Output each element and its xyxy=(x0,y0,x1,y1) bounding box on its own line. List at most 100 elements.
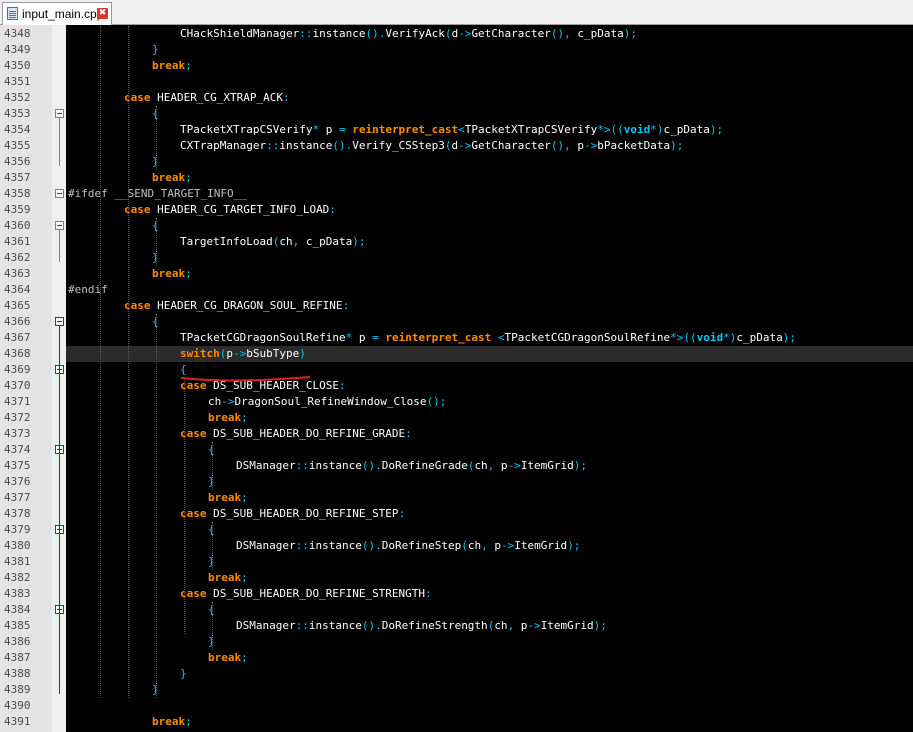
line-number: 4387 xyxy=(4,651,31,664)
line-number: 4380 xyxy=(4,539,31,552)
code-token: DoRefineGrade xyxy=(381,459,468,472)
fold-toggle-icon[interactable] xyxy=(55,109,64,118)
code-token: ch xyxy=(208,395,222,408)
code-token: : xyxy=(405,427,412,440)
fold-range-line xyxy=(59,534,60,566)
line-number: 4391 xyxy=(4,715,31,728)
line-number: 4353 xyxy=(4,107,31,120)
code-token: ch xyxy=(474,459,488,472)
code-token: TPacketCGDragonSoulRefine xyxy=(504,331,671,344)
code-line[interactable]: 4370 case DS_SUB_HEADER_CLOSE: xyxy=(0,378,913,394)
code-line[interactable]: 4386} xyxy=(0,634,913,650)
code-line[interactable]: 4382 break; xyxy=(0,570,913,586)
fold-toggle-icon[interactable] xyxy=(55,221,64,230)
code-token: c_pData xyxy=(570,27,624,40)
code-token: c_pData xyxy=(663,123,710,136)
code-token: -> xyxy=(500,539,515,552)
code-line[interactable]: 4387 break; xyxy=(0,650,913,666)
code-line[interactable]: 4385 DSManager::instance().DoRefineStreng… xyxy=(0,618,913,634)
code-line[interactable]: 4379{ xyxy=(0,522,913,538)
code-line[interactable]: 4353{ xyxy=(0,106,913,122)
line-number: 4364 xyxy=(4,283,31,296)
code-token: ch xyxy=(494,619,508,632)
code-line[interactable]: 4356} xyxy=(0,154,913,170)
code-text: TPacketCGDragonSoulRefine* p = reinterpr… xyxy=(180,330,796,346)
code-line[interactable]: 4352 case HEADER_CG_XTRAP_ACK: xyxy=(0,90,913,106)
line-number: 4357 xyxy=(4,171,31,184)
code-token: VerifyAck xyxy=(385,27,445,40)
code-line[interactable]: 4348 CHackShieldManager::instance().Verif… xyxy=(0,26,913,42)
code-line[interactable]: 4349} xyxy=(0,42,913,58)
indent-guide xyxy=(156,218,157,266)
line-number: 4365 xyxy=(4,299,31,312)
indent-guide xyxy=(212,602,213,650)
code-token: -> xyxy=(233,347,247,360)
line-number: 4376 xyxy=(4,475,31,488)
fold-toggle-icon[interactable] xyxy=(55,317,64,326)
code-line[interactable]: 4388} xyxy=(0,666,913,682)
code-token: (). xyxy=(361,459,382,472)
fold-range-line xyxy=(59,118,60,166)
code-line[interactable]: 4351 xyxy=(0,74,913,90)
code-line[interactable]: 4358 #ifdef __SEND_TARGET_INFO__ xyxy=(0,186,913,202)
indent-guide xyxy=(128,26,129,698)
line-number: 4358 xyxy=(4,187,31,200)
code-line[interactable]: 4367 TPacketCGDragonSoulRefine* p = reint… xyxy=(0,330,913,346)
code-token: : xyxy=(282,91,290,104)
code-line[interactable]: 4355 CXTrapManager::instance().Verify_CSS… xyxy=(0,138,913,154)
code-line[interactable]: 4384{ xyxy=(0,602,913,618)
code-token: :: xyxy=(295,459,309,472)
fold-range-line xyxy=(59,230,60,262)
code-token: reinterpret_cast xyxy=(385,331,492,344)
code-line[interactable]: 4376} xyxy=(0,474,913,490)
code-token: DoRefineStep xyxy=(381,539,462,552)
code-line[interactable]: 4362} xyxy=(0,250,913,266)
line-number: 4356 xyxy=(4,155,31,168)
code-line[interactable]: 4368 switch(p->bSubType) xyxy=(4,346,913,362)
close-icon[interactable]: ✖ xyxy=(97,8,108,19)
code-token: instance xyxy=(312,27,366,40)
code-line[interactable]: 4391 break; xyxy=(0,714,913,730)
code-line[interactable]: 4381} xyxy=(0,554,913,570)
code-line[interactable]: 4359 case HEADER_CG_TARGET_INFO_LOAD: xyxy=(0,202,913,218)
code-token: :: xyxy=(295,539,309,552)
code-token: ; xyxy=(185,59,192,72)
code-token: ); xyxy=(567,539,581,552)
code-line[interactable]: 4377 break; xyxy=(0,490,913,506)
code-line[interactable]: 4350 break; xyxy=(0,58,913,74)
code-line[interactable]: 4365 case HEADER_CG_DRAGON_SOUL_REFINE: xyxy=(0,298,913,314)
code-text: break; xyxy=(208,650,248,666)
code-token: *>(( xyxy=(670,331,697,344)
code-line[interactable]: 4374{ xyxy=(0,442,913,458)
code-line[interactable]: 4378 case DS_SUB_HEADER_DO_REFINE_STEP: xyxy=(0,506,913,522)
code-text: break; xyxy=(152,170,192,186)
code-token: CXTrapManager xyxy=(180,139,267,152)
code-line[interactable]: 4390 xyxy=(0,698,913,714)
code-line[interactable]: 4373 case DS_SUB_HEADER_DO_REFINE_GRADE: xyxy=(0,426,913,442)
code-line[interactable]: 4360{ xyxy=(0,218,913,234)
code-line[interactable]: 4371 ch->DragonSoul_RefineWindow_Close(); xyxy=(0,394,913,410)
code-line[interactable]: 4366{ xyxy=(0,314,913,330)
fold-toggle-icon[interactable] xyxy=(55,189,64,198)
code-token: ItemGrid xyxy=(514,539,568,552)
code-line[interactable]: 4375 DSManager::instance().DoRefineGrade(… xyxy=(0,458,913,474)
code-line[interactable]: 4372 break; xyxy=(0,410,913,426)
code-token: break xyxy=(152,59,186,72)
code-line[interactable]: 4389} xyxy=(0,682,913,698)
code-token: :: xyxy=(295,619,309,632)
code-token: (). xyxy=(361,619,382,632)
code-line[interactable]: 4354 TPacketXTrapCSVerify* p = reinterpre… xyxy=(0,122,913,138)
code-line[interactable]: 4357 break; xyxy=(0,170,913,186)
code-line[interactable]: 4383 case DS_SUB_HEADER_DO_REFINE_STRENGT… xyxy=(0,586,913,602)
code-line[interactable]: 4364 #endif xyxy=(0,282,913,298)
code-line[interactable]: 4369{ xyxy=(0,362,913,378)
tab-input-main[interactable]: input_main.cpp ✖ xyxy=(2,2,112,25)
fold-range-line xyxy=(59,374,60,646)
code-line[interactable]: 4380 DSManager::instance().DoRefineStep(c… xyxy=(0,538,913,554)
code-token: *) xyxy=(650,123,664,136)
code-line[interactable]: 4363 break; xyxy=(0,266,913,282)
code-line[interactable]: 4361 TargetInfoLoad(ch, c_pData); xyxy=(0,234,913,250)
code-token: bSubType xyxy=(246,347,300,360)
code-token: ); xyxy=(709,123,724,136)
code-text: CHackShieldManager::instance().VerifyAck… xyxy=(180,26,637,42)
